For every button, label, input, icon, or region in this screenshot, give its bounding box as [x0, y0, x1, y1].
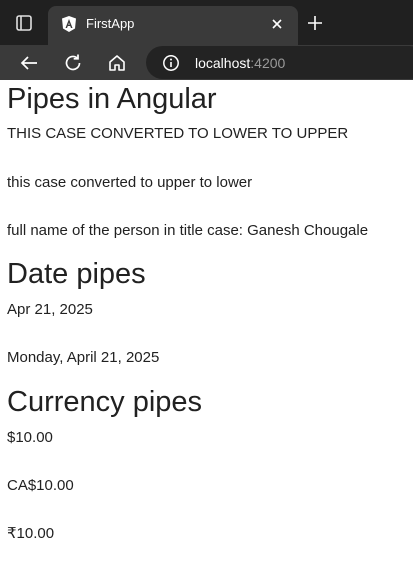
currency-inr-output: ₹10.00 — [7, 525, 55, 542]
back-arrow-icon[interactable] — [18, 52, 40, 74]
currency-pipes-heading: Currency pipes — [7, 386, 203, 418]
tab-title: FirstApp — [86, 16, 135, 31]
active-tab[interactable]: FirstApp — [48, 6, 298, 45]
currency-usd-output: $10.00 — [7, 429, 53, 446]
tab-actions-icon[interactable] — [14, 13, 34, 33]
page-title: Pipes in Angular — [7, 83, 217, 115]
uppercase-output: THIS CASE CONVERTED TO LOWER TO UPPER — [7, 125, 349, 142]
site-info-icon[interactable] — [162, 54, 180, 72]
page-content: Pipes in Angular THIS CASE CONVERTED TO … — [0, 80, 413, 543]
close-tab-icon[interactable] — [268, 15, 286, 33]
date-pipes-heading: Date pipes — [7, 258, 146, 290]
date-full-output: Monday, April 21, 2025 — [7, 349, 160, 366]
lowercase-output: this case converted to upper to lower — [7, 174, 253, 191]
url-port: :4200 — [250, 55, 286, 71]
home-icon[interactable] — [106, 52, 128, 74]
url-text[interactable]: localhost:4200 — [195, 54, 285, 72]
url-host: localhost — [195, 55, 251, 71]
browser-toolbar: localhost:4200 — [0, 45, 413, 80]
browser-tab-strip: FirstApp — [0, 0, 413, 45]
new-tab-icon[interactable] — [305, 13, 325, 33]
date-short-output: Apr 21, 2025 — [7, 301, 93, 318]
reload-icon[interactable] — [62, 52, 84, 74]
angular-logo-icon — [60, 15, 78, 33]
address-bar[interactable]: localhost:4200 — [146, 46, 413, 79]
titlecase-output: full name of the person in title case: G… — [7, 222, 369, 239]
currency-cad-output: CA$10.00 — [7, 477, 74, 494]
